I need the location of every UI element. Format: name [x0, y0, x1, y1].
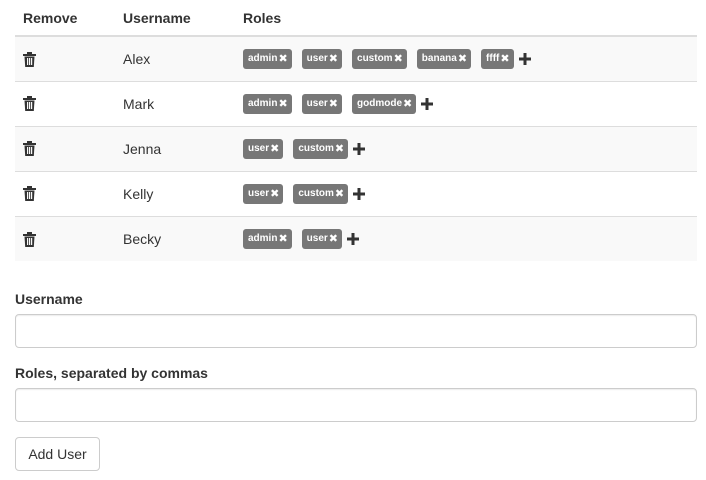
remove-cell	[15, 215, 115, 261]
plus-icon[interactable]	[353, 187, 366, 200]
role-badge: custom ✖	[293, 183, 349, 204]
remove-role-icon[interactable]: ✖	[394, 49, 403, 69]
remove-role-icon[interactable]: ✖	[278, 49, 287, 69]
role-badge-label: user	[248, 142, 270, 154]
username-label: Username	[15, 291, 83, 307]
trash-icon[interactable]	[23, 96, 36, 112]
role-badge-label: user	[306, 97, 328, 109]
remove-cell	[15, 80, 115, 126]
username-cell: Kelly	[115, 170, 235, 216]
role-badge-label: admin	[248, 97, 278, 109]
role-list: admin ✖ user ✖	[243, 228, 697, 249]
role-badge-label: user	[306, 52, 328, 64]
plus-icon[interactable]	[518, 52, 531, 65]
role-badge: custom ✖	[293, 138, 349, 159]
add-user-button[interactable]: Add User	[15, 437, 100, 471]
role-badge-label: custom	[357, 52, 393, 64]
table-row: Mark admin ✖ user ✖ godmode ✖	[15, 80, 697, 126]
roles-label: Roles, separated by commas	[15, 365, 208, 381]
role-list: admin ✖ user ✖ custom ✖ banana ✖ ffff ✖	[243, 48, 697, 69]
remove-role-icon[interactable]: ✖	[278, 94, 287, 114]
remove-role-icon[interactable]: ✖	[270, 184, 279, 204]
remove-role-icon[interactable]: ✖	[335, 139, 344, 159]
role-badge-label: ffff	[486, 52, 500, 64]
roles-cell: user ✖ custom ✖	[235, 125, 697, 171]
remove-role-icon[interactable]: ✖	[329, 49, 338, 69]
column-header-roles: Roles	[235, 0, 697, 37]
role-list: user ✖ custom ✖	[243, 183, 697, 204]
role-badge: user ✖	[243, 138, 284, 159]
roles-input[interactable]	[15, 388, 697, 422]
role-badge-label: custom	[298, 187, 334, 199]
role-badge: user ✖	[301, 48, 343, 69]
role-badge: ffff ✖	[481, 48, 514, 69]
role-badge-label: custom	[298, 142, 334, 154]
plus-icon[interactable]	[421, 97, 434, 110]
roles-cell: admin ✖ user ✖ godmode ✖	[235, 80, 697, 126]
table-row: Becky admin ✖ user ✖	[15, 215, 697, 261]
role-badge-label: admin	[248, 232, 278, 244]
role-list: user ✖ custom ✖	[243, 138, 697, 159]
username-input[interactable]	[15, 314, 697, 348]
role-badge: admin ✖	[243, 93, 292, 114]
remove-role-icon[interactable]: ✖	[329, 229, 338, 249]
role-badge-label: banana	[421, 52, 457, 64]
roles-cell: user ✖ custom ✖	[235, 170, 697, 216]
remove-cell	[15, 125, 115, 171]
role-badge-label: admin	[248, 52, 278, 64]
role-badge: admin ✖	[243, 228, 292, 249]
remove-cell	[15, 36, 115, 81]
remove-role-icon[interactable]: ✖	[335, 184, 344, 204]
role-badge: user ✖	[243, 183, 284, 204]
remove-role-icon[interactable]: ✖	[278, 229, 287, 249]
role-badge: user ✖	[301, 228, 343, 249]
username-cell: Alex	[115, 36, 235, 81]
users-table: Remove Username Roles Alex admin ✖ user ✖ cus…	[15, 0, 697, 261]
remove-role-icon[interactable]: ✖	[329, 94, 338, 114]
column-header-username: Username	[115, 0, 235, 37]
trash-icon[interactable]	[23, 141, 36, 157]
role-badge: banana ✖	[416, 48, 472, 69]
role-badge: user ✖	[301, 93, 343, 114]
plus-icon[interactable]	[353, 142, 366, 155]
remove-cell	[15, 170, 115, 216]
roles-cell: admin ✖ user ✖	[235, 215, 697, 261]
role-badge-label: godmode	[357, 97, 403, 109]
roles-cell: admin ✖ user ✖ custom ✖ banana ✖ ffff ✖	[235, 36, 697, 81]
table-row: Alex admin ✖ user ✖ custom ✖ banana ✖ ffff ✖	[15, 36, 697, 81]
username-cell: Becky	[115, 215, 235, 261]
column-header-remove: Remove	[15, 0, 115, 37]
role-badge: admin ✖	[243, 48, 292, 69]
table-row: Kelly user ✖ custom ✖	[15, 170, 697, 216]
table-row: Jenna user ✖ custom ✖	[15, 125, 697, 171]
username-cell: Mark	[115, 80, 235, 126]
remove-role-icon[interactable]: ✖	[500, 49, 509, 69]
role-badge-label: user	[248, 187, 270, 199]
table-header-row: Remove Username Roles	[15, 0, 697, 37]
role-badge-label: user	[306, 232, 328, 244]
role-badge: godmode ✖	[352, 93, 417, 114]
role-list: admin ✖ user ✖ godmode ✖	[243, 93, 697, 114]
remove-role-icon[interactable]: ✖	[458, 49, 467, 69]
remove-role-icon[interactable]: ✖	[403, 94, 412, 114]
user-management-page: Remove Username Roles Alex admin ✖ user ✖ cus…	[0, 0, 706, 480]
trash-icon[interactable]	[23, 51, 36, 67]
trash-icon[interactable]	[23, 231, 36, 247]
username-cell: Jenna	[115, 125, 235, 171]
role-badge: custom ✖	[352, 48, 407, 69]
remove-role-icon[interactable]: ✖	[270, 139, 279, 159]
trash-icon[interactable]	[23, 186, 36, 202]
plus-icon[interactable]	[347, 232, 360, 245]
